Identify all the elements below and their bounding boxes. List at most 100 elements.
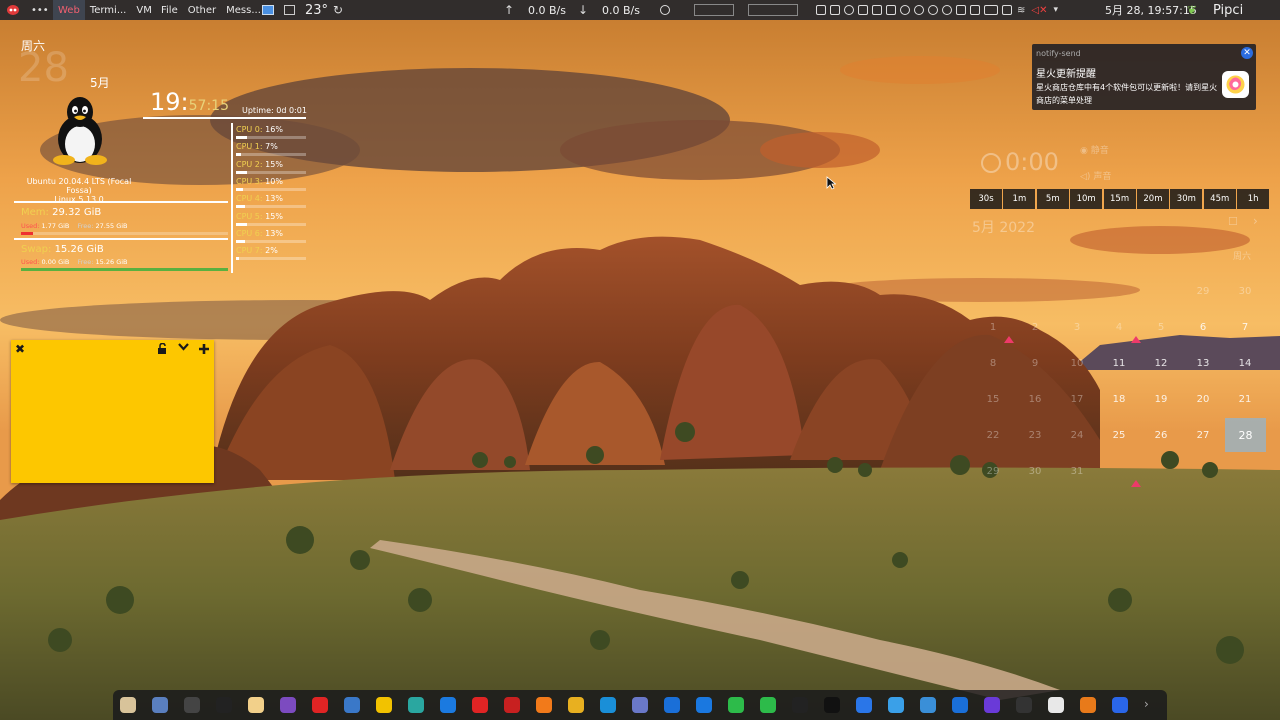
- wps-icon[interactable]: [312, 697, 328, 713]
- installer-icon[interactable]: [1016, 697, 1032, 713]
- text-icon[interactable]: [376, 697, 392, 713]
- launcher-button[interactable]: [6, 0, 20, 20]
- tray-expand-icon[interactable]: ▾: [1053, 5, 1058, 15]
- firefox-icon[interactable]: [536, 697, 552, 713]
- reader-icon[interactable]: [1048, 697, 1064, 713]
- gnome-boxes-icon[interactable]: [632, 697, 648, 713]
- more-menu-button[interactable]: •••: [31, 0, 49, 20]
- workspace-web[interactable]: Web: [53, 0, 85, 20]
- calendar-day[interactable]: 20: [1190, 394, 1216, 405]
- deepin-mail-icon[interactable]: [600, 697, 616, 713]
- copy-icon[interactable]: [886, 5, 896, 15]
- calendar-day[interactable]: 8: [980, 358, 1006, 369]
- spark-icon[interactable]: [888, 697, 904, 713]
- volume-muted-icon[interactable]: ◁✕: [1031, 5, 1047, 16]
- wechat-work-icon[interactable]: [760, 697, 776, 713]
- calendar-day[interactable]: 9: [1022, 358, 1048, 369]
- sticky-close-icon[interactable]: ✖: [15, 343, 25, 355]
- calendar-day[interactable]: 10: [1064, 358, 1090, 369]
- workspace-messages[interactable]: Mess...: [221, 0, 266, 20]
- show-desktop-button[interactable]: [262, 0, 295, 20]
- calendar-day[interactable]: 17: [1064, 394, 1090, 405]
- sticky-text-area[interactable]: [19, 364, 206, 474]
- notification-popup[interactable]: notify-send ✕ 星火更新提醒 星火商店仓库中有4个软件包可以更新啦！…: [1032, 44, 1256, 110]
- qq-search-icon[interactable]: [696, 697, 712, 713]
- refresh-icon[interactable]: ↻: [333, 0, 343, 20]
- expand-icon[interactable]: ›: [1144, 697, 1160, 713]
- calendar-day[interactable]: 12: [1148, 358, 1174, 369]
- mail-icon[interactable]: [664, 697, 680, 713]
- virtualbox-icon[interactable]: [152, 697, 168, 713]
- calendar-day[interactable]: 18: [1106, 394, 1132, 405]
- calendar-day[interactable]: 13: [1190, 358, 1216, 369]
- battery-icon[interactable]: [984, 5, 998, 15]
- calendar-day[interactable]: 2: [1022, 322, 1048, 333]
- calendar-day[interactable]: 22: [980, 430, 1006, 441]
- wifi-icon[interactable]: ≋: [1017, 5, 1025, 16]
- grid-icon[interactable]: [970, 5, 980, 15]
- shortcut-icon[interactable]: [872, 5, 882, 15]
- timer-preset-button[interactable]: 5m: [1036, 189, 1069, 209]
- calendar-day[interactable]: 11: [1106, 358, 1132, 369]
- wechat-icon[interactable]: [728, 697, 744, 713]
- timer-mute-toggle[interactable]: ◉ 静音: [1080, 143, 1109, 156]
- timer-preset-button[interactable]: 45m: [1203, 189, 1236, 209]
- calendar-day[interactable]: 21: [1232, 394, 1258, 405]
- calendar-day[interactable]: 31: [1064, 466, 1090, 477]
- microsoft-icon[interactable]: [472, 697, 488, 713]
- cloud-icon[interactable]: [844, 5, 854, 15]
- timer-sound-toggle[interactable]: ◁) 声音: [1080, 169, 1111, 182]
- sticky-collapse-icon[interactable]: [178, 343, 189, 355]
- timer-preset-button[interactable]: 20m: [1136, 189, 1169, 209]
- sync-icon[interactable]: [928, 5, 938, 15]
- typora-icon[interactable]: [824, 697, 840, 713]
- clock-datetime[interactable]: 5月 28, 19:57:15: [1105, 0, 1197, 20]
- calendar-day[interactable]: 4: [1106, 322, 1132, 333]
- obsidian-icon[interactable]: [984, 697, 1000, 713]
- calendar-day[interactable]: 6: [1190, 322, 1216, 333]
- calendar-day[interactable]: 26: [1148, 430, 1174, 441]
- calendar-day[interactable]: 30: [1022, 466, 1048, 477]
- calendar-day[interactable]: 30: [1232, 286, 1258, 297]
- calendar-today-button[interactable]: ☐: [1228, 215, 1238, 228]
- spark-tray-icon[interactable]: ❦: [1187, 0, 1197, 20]
- keyboard-indicator-icon[interactable]: [748, 4, 798, 16]
- spark-store-icon[interactable]: [408, 697, 424, 713]
- timer-preset-button[interactable]: 30m: [1170, 189, 1203, 209]
- calendar-today-cell[interactable]: 28: [1225, 418, 1266, 452]
- steam-icon[interactable]: [942, 5, 952, 15]
- deepin-draw-icon[interactable]: [952, 697, 968, 713]
- disk-icon[interactable]: [660, 5, 670, 15]
- files-icon[interactable]: [120, 697, 136, 713]
- calendar-day[interactable]: 23: [1022, 430, 1048, 441]
- baidu-netdisk-icon[interactable]: [856, 697, 872, 713]
- search-icon[interactable]: [216, 697, 232, 713]
- cpu-graph-icon[interactable]: [694, 4, 734, 16]
- settings-icon[interactable]: [816, 5, 826, 15]
- ticktick-icon[interactable]: [1112, 697, 1128, 713]
- calendar-day[interactable]: 14: [1232, 358, 1258, 369]
- notes-icon[interactable]: [920, 697, 936, 713]
- sticky-lock-icon[interactable]: [157, 342, 167, 358]
- todo-icon[interactable]: [440, 697, 456, 713]
- workspace-vm[interactable]: VM: [131, 0, 156, 20]
- timer-preset-button[interactable]: 15m: [1103, 189, 1136, 209]
- timer-preset-button[interactable]: 30s: [970, 189, 1002, 209]
- qq-icon[interactable]: [792, 697, 808, 713]
- calendar-day[interactable]: 27: [1190, 430, 1216, 441]
- workspace-file[interactable]: File: [156, 0, 183, 20]
- gimp-icon[interactable]: [248, 697, 264, 713]
- workspace-terminal[interactable]: Termi...: [85, 0, 132, 20]
- calendar-day[interactable]: 16: [1022, 394, 1048, 405]
- key-icon[interactable]: [900, 5, 910, 15]
- calendar-day[interactable]: 3: [1064, 322, 1090, 333]
- terminal-icon[interactable]: [184, 697, 200, 713]
- calendar-day[interactable]: 25: [1106, 430, 1132, 441]
- user-name[interactable]: Pipci: [1213, 0, 1243, 20]
- filezilla-icon[interactable]: [504, 697, 520, 713]
- timer-preset-button[interactable]: 10m: [1070, 189, 1103, 209]
- image-icon[interactable]: [956, 5, 966, 15]
- sticky-note[interactable]: ✖: [11, 340, 214, 483]
- calendar-day[interactable]: 1: [980, 322, 1006, 333]
- calendar-day[interactable]: 29: [1190, 286, 1216, 297]
